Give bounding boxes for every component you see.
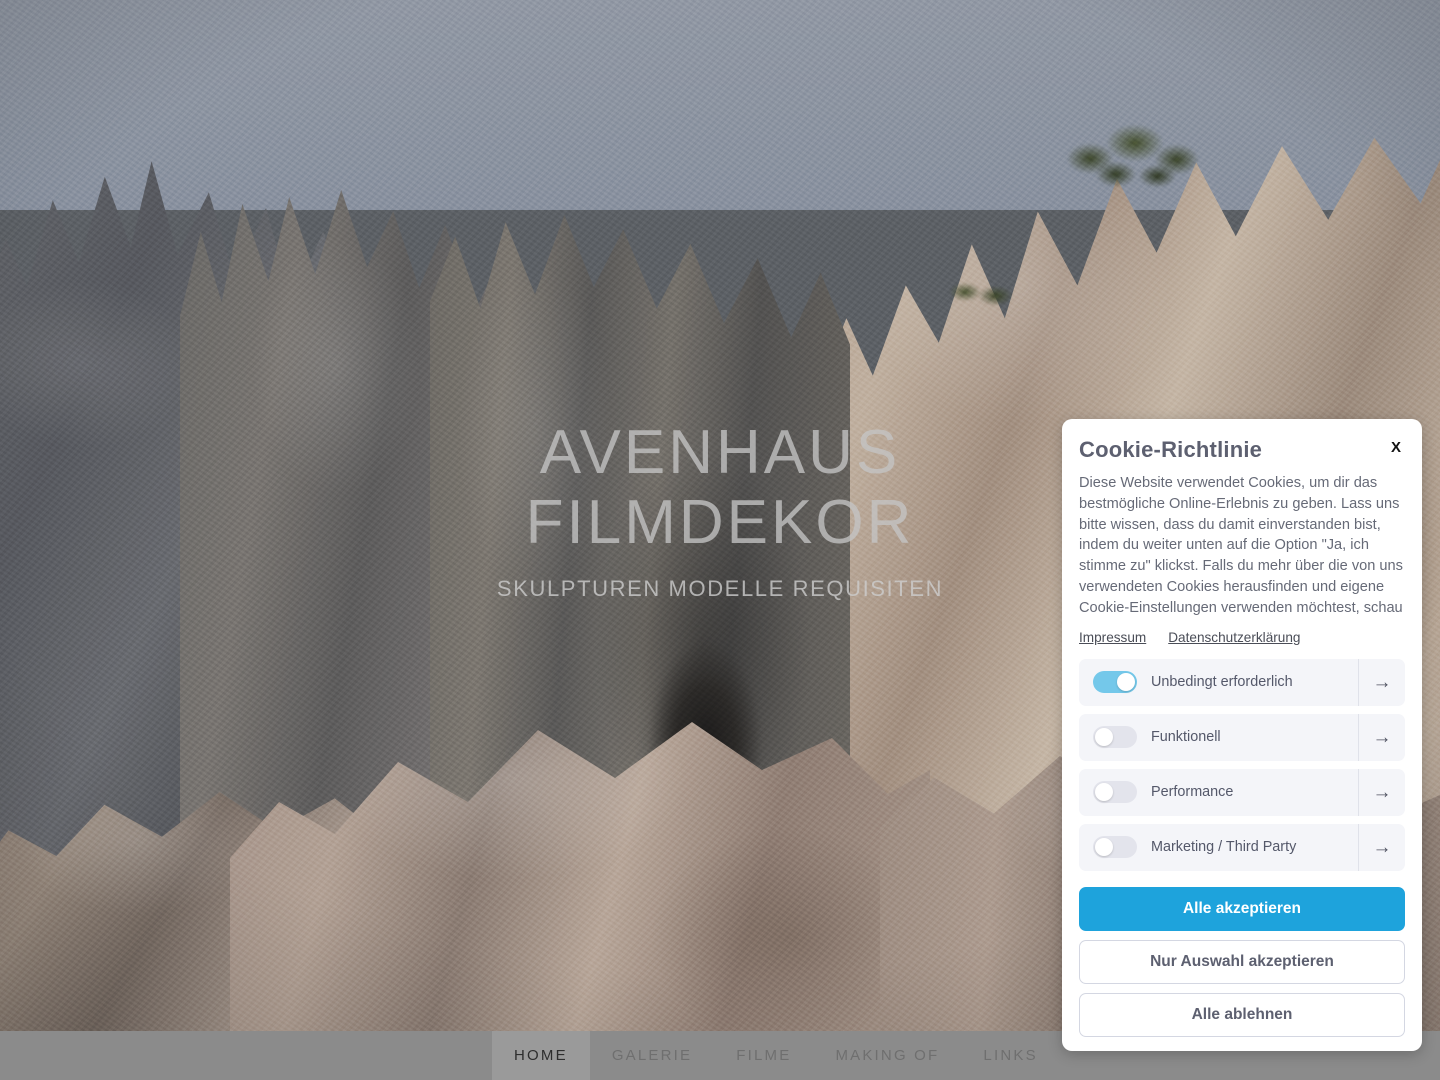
cookie-category-row-essential: Unbedingt erforderlich → [1079,658,1405,706]
cookie-category-row-marketing: Marketing / Third Party → [1079,823,1405,871]
toggle-performance[interactable] [1093,781,1137,804]
cookie-category-label-marketing: Marketing / Third Party [1151,839,1297,856]
link-datenschutzerklaerung[interactable]: Datenschutzerklärung [1168,630,1300,645]
cookie-category-label-essential: Unbedingt erforderlich [1151,674,1293,691]
cookie-dialog-header: Cookie-Richtlinie X [1079,437,1405,463]
reject-all-button[interactable]: Alle ablehnen [1079,992,1405,1037]
arrow-right-icon-performance[interactable]: → [1358,768,1405,816]
arrow-right-icon-marketing[interactable]: → [1358,823,1405,871]
cookie-category-row-functional: Funktionell → [1079,713,1405,761]
cookie-category-label-functional: Funktionell [1151,729,1221,746]
cookie-dialog-title: Cookie-Richtlinie [1079,437,1263,462]
cookie-dialog-description: Diese Website verwendet Cookies, um dir … [1079,475,1403,616]
toggle-functional[interactable] [1093,726,1137,749]
toggle-marketing[interactable] [1093,836,1137,859]
toggle-essential[interactable] [1093,671,1137,694]
close-icon[interactable]: X [1387,438,1405,458]
cookie-category-row-performance: Performance → [1079,768,1405,816]
toggle-knob [1095,838,1113,857]
arrow-right-icon-essential[interactable]: → [1358,658,1405,706]
arrow-right-icon-functional[interactable]: → [1358,713,1405,761]
accept-selection-button[interactable]: Nur Auswahl akzeptieren [1079,939,1405,984]
toggle-knob [1117,673,1135,692]
nav-item-home[interactable]: HOME [492,1031,590,1080]
nav-item-links[interactable]: LINKS [961,1031,1059,1080]
nav-item-making-of[interactable]: MAKING OF [813,1031,961,1080]
cookie-consent-dialog: Cookie-Richtlinie X Diese Website verwen… [1062,419,1422,1051]
page-root: AVENHAUS FILMDEKOR SKULPTUREN MODELLE RE… [0,0,1440,1080]
toggle-knob [1095,728,1113,747]
cookie-dialog-links: Impressum Datenschutzerklärung [1079,630,1405,645]
cookie-category-label-performance: Performance [1151,784,1234,801]
cookie-dialog-actions: Alle akzeptieren Nur Auswahl akzeptieren… [1079,886,1405,1037]
link-impressum[interactable]: Impressum [1079,630,1146,645]
cookie-category-list: Unbedingt erforderlich → Funktionell → P… [1079,658,1405,871]
nav-item-galerie[interactable]: GALERIE [590,1031,714,1080]
toggle-knob [1095,783,1113,802]
nav-item-filme[interactable]: FILME [714,1031,813,1080]
accept-all-button[interactable]: Alle akzeptieren [1079,886,1405,931]
